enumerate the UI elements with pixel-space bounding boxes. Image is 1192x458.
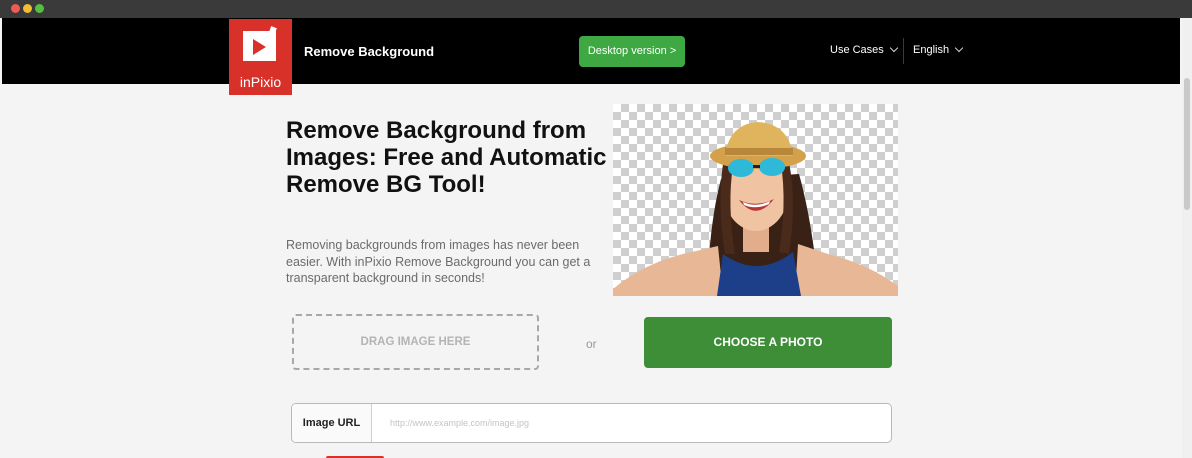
hero-image (613, 104, 898, 296)
play-icon (253, 39, 266, 55)
nav-language-label: English (913, 44, 950, 56)
nav-language[interactable]: English (913, 43, 964, 56)
drag-image-dropzone[interactable]: DRAG IMAGE HERE (292, 314, 539, 370)
logo-text: inPixio (239, 74, 282, 90)
hero-description: Removing backgrounds from images has nev… (286, 238, 591, 285)
image-url-field: Image URL (291, 403, 892, 443)
or-separator: or (586, 337, 597, 351)
close-window-button[interactable] (11, 4, 20, 13)
minimize-window-button[interactable] (23, 4, 32, 13)
browser-window: inPixio Remove Background Desktop versio… (0, 0, 1192, 458)
desktop-version-button[interactable]: Desktop version > (579, 36, 685, 67)
image-url-label: Image URL (292, 404, 372, 442)
woman-photo (613, 122, 898, 296)
brand-title[interactable]: Remove Background (304, 44, 434, 59)
chevron-down-icon (889, 43, 899, 53)
nav-divider (903, 38, 904, 64)
inpixio-logo-icon (243, 31, 276, 61)
scrollbar-thumb[interactable] (1184, 78, 1190, 210)
maximize-window-button[interactable] (35, 4, 44, 13)
page-title: Remove Background from Images: Free and … (286, 117, 607, 198)
window-titlebar (0, 0, 1192, 18)
choose-photo-button[interactable]: CHOOSE A PHOTO (644, 317, 892, 368)
nav-use-cases-label: Use Cases (830, 44, 884, 56)
inpixio-logo[interactable]: inPixio (229, 19, 292, 95)
image-url-input[interactable] (376, 404, 886, 442)
nav-use-cases[interactable]: Use Cases (830, 43, 899, 56)
chevron-down-icon (954, 43, 964, 53)
vertical-scrollbar[interactable] (1182, 18, 1192, 458)
